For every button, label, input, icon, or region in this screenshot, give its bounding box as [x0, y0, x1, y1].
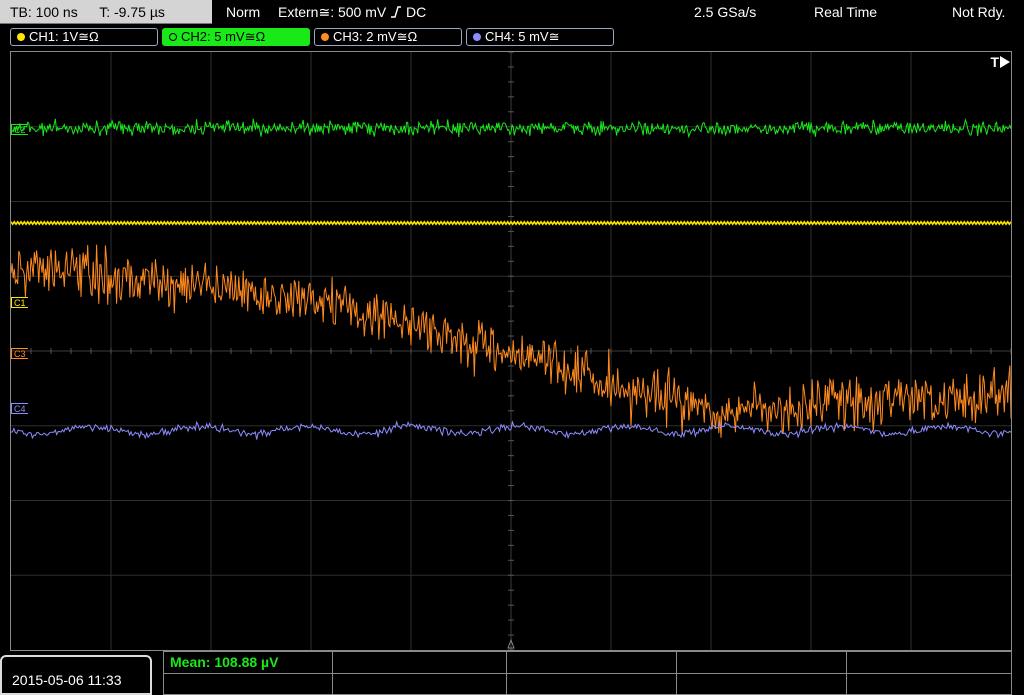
timebase-value: TB: 100 ns — [10, 4, 78, 20]
sample-rate: 2.5 GSa/s — [694, 4, 757, 20]
channel-bar: CH1: 1V≅Ω CH2: 5 mV≅Ω CH3: 2 mV≅Ω CH4: 5… — [0, 26, 1024, 48]
measurement-cell-3[interactable] — [507, 652, 677, 694]
channel-4-dot-icon — [473, 33, 481, 41]
status-bar: TB: 100 ns T: -9.75 µs Norm Extern≅: 500… — [0, 0, 1024, 26]
acquisition-mode[interactable]: Real Time — [814, 0, 877, 24]
measurement-cell-5[interactable] — [847, 652, 1011, 694]
waveform-canvas[interactable] — [11, 52, 1011, 650]
channel-1-dot-icon — [17, 33, 25, 41]
arrow-right-icon — [1000, 56, 1010, 68]
timebase-tile[interactable]: TB: 100 ns T: -9.75 µs — [0, 0, 212, 24]
graticule — [11, 52, 1011, 650]
measurement-cell-4[interactable] — [677, 652, 847, 694]
trigger-source[interactable]: Extern≅: 500 mV DC — [278, 0, 426, 24]
trigger-offset-marker[interactable]: T — [990, 54, 1010, 70]
channel-3-label: CH3: 2 mV≅Ω — [333, 29, 418, 44]
trigger-marker-label: T — [990, 54, 999, 70]
measurement-panel[interactable]: Mean: 108.88 µV — [163, 651, 1012, 695]
acquisition-state: Not Rdy. — [952, 4, 1006, 20]
channel-1-ground-marker[interactable]: C1 — [11, 297, 28, 308]
channel-2-dot-icon — [169, 33, 177, 41]
measurement-cell-1[interactable]: Mean: 108.88 µV — [164, 652, 333, 694]
trigger-source-label: Extern≅: 500 mV — [278, 4, 387, 20]
bottom-bar: 2015-05-06 11:33 Mean: 108.88 µV — [0, 651, 1024, 695]
measurement-cell-2[interactable] — [333, 652, 507, 694]
measurement-mean: Mean: 108.88 µV — [170, 654, 279, 670]
channel-1-label: CH1: 1V≅Ω — [29, 29, 99, 44]
channel-tab-4[interactable]: CH4: 5 mV≅ — [466, 28, 614, 46]
trigger-time-value: T: -9.75 µs — [99, 4, 165, 20]
channel-3-dot-icon — [321, 33, 329, 41]
channel-2-label: CH2: 5 mV≅Ω — [181, 29, 266, 44]
channel-4-label: CH4: 5 mV≅ — [485, 29, 560, 44]
trigger-coupling: DC — [406, 4, 427, 20]
channel-tab-2[interactable]: CH2: 5 mV≅Ω — [162, 28, 310, 46]
waveform-display[interactable]: C2 C1 C3 C4 — [10, 51, 1012, 651]
channel-3-ground-marker[interactable]: C3 — [11, 348, 28, 359]
trigger-mode[interactable]: Norm — [226, 0, 260, 24]
rising-edge-icon — [390, 1, 402, 18]
channel-tab-3[interactable]: CH3: 2 mV≅Ω — [314, 28, 462, 46]
channel-2-ground-marker[interactable]: C2 — [11, 124, 28, 135]
channel-4-ground-marker[interactable]: C4 — [11, 403, 28, 414]
date-time: 2015-05-06 11:33 — [0, 655, 152, 695]
channel-tab-1[interactable]: CH1: 1V≅Ω — [10, 28, 158, 46]
